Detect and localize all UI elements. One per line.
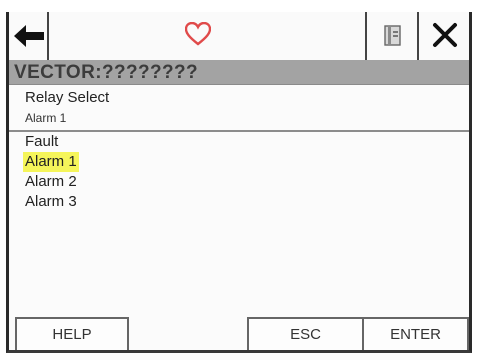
enter-button[interactable]: ENTER — [362, 317, 469, 350]
page-title: VECTOR:???????? — [14, 62, 199, 83]
device-screen: VECTOR:???????? Relay Select Alarm 1 Fau… — [6, 12, 472, 353]
parameter-current-value: Alarm 1 — [25, 111, 67, 125]
softkey-bar: HELP ESC ENTER — [9, 317, 469, 350]
left-arrow-icon — [14, 25, 44, 47]
heart-icon — [185, 22, 211, 46]
parameter-field: Relay Select Alarm 1 — [9, 85, 469, 132]
option-fault[interactable]: Fault — [23, 132, 60, 152]
option-alarm-3[interactable]: Alarm 3 — [23, 192, 79, 212]
back-button[interactable] — [9, 12, 49, 60]
close-icon — [433, 23, 457, 47]
option-list: Fault Alarm 1 Alarm 2 Alarm 3 — [23, 132, 469, 212]
parameter-label: Relay Select — [25, 89, 110, 106]
title-bar: VECTOR:???????? — [9, 60, 469, 85]
manual-button[interactable] — [365, 12, 419, 60]
help-button[interactable]: HELP — [15, 317, 129, 350]
favorite-button[interactable] — [49, 12, 365, 60]
book-icon — [384, 25, 401, 46]
close-button[interactable] — [419, 12, 469, 60]
esc-button[interactable]: ESC — [247, 317, 362, 350]
option-alarm-1[interactable]: Alarm 1 — [23, 152, 79, 172]
option-alarm-2[interactable]: Alarm 2 — [23, 172, 79, 192]
toolbar — [9, 12, 469, 62]
